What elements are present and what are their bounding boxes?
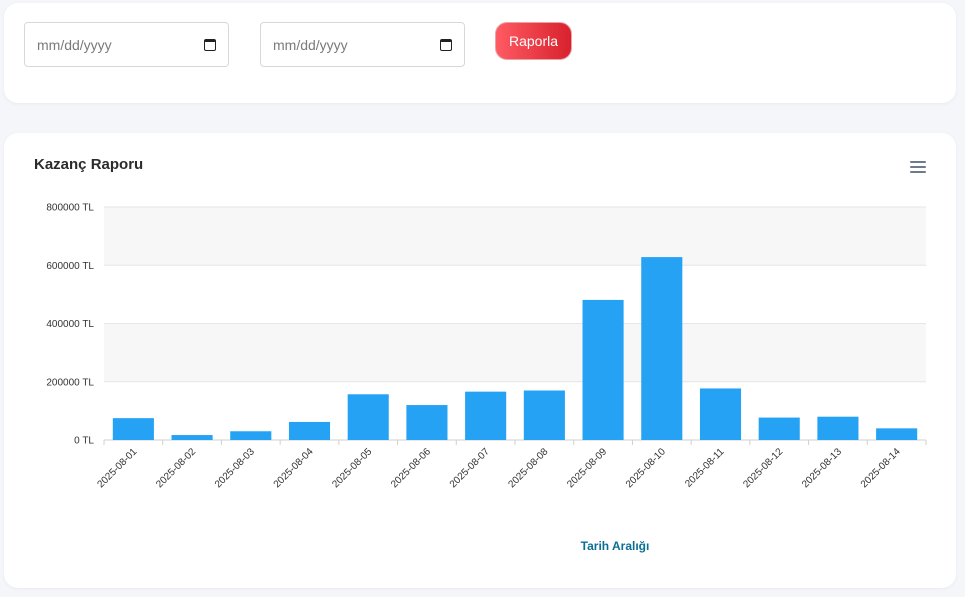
y-tick-label: 400000 TL — [46, 319, 94, 330]
y-tick-label: 0 TL — [74, 436, 94, 447]
bar-chart: 0 TL 200000 TL 400000 TL 600000 TL 800000 TL… — [46, 203, 927, 553]
bar — [758, 417, 800, 440]
filter-card: mm/dd/yyyy mm/dd/yyyy Raporla — [4, 3, 956, 103]
y-tick-label: 600000 TL — [46, 261, 94, 272]
bar — [876, 428, 918, 440]
bar — [406, 405, 448, 440]
x-tick-label: 2025-08-08 — [507, 446, 551, 490]
x-tick-label: 2025-08-04 — [272, 446, 316, 490]
start-date-placeholder: mm/dd/yyyy — [37, 36, 112, 53]
bar — [817, 416, 859, 440]
x-tick-label: 2025-08-05 — [330, 446, 374, 490]
bar — [288, 421, 331, 440]
bar — [465, 391, 507, 440]
end-date-input[interactable]: mm/dd/yyyy — [260, 22, 465, 67]
bar — [171, 435, 213, 440]
bar — [230, 431, 272, 440]
bar — [699, 388, 742, 440]
x-tick-label: 2025-08-12 — [741, 446, 785, 490]
x-tick-label: 2025-08-01 — [96, 446, 140, 490]
x-tick-label: 2025-08-06 — [389, 446, 433, 490]
report-button[interactable]: Raporla — [495, 22, 572, 60]
x-tick-label: 2025-08-02 — [154, 446, 198, 490]
chart-card: Kazanç Raporu 0 TL 200000 TL 400000 TL 6000… — [4, 133, 956, 588]
x-tick-label: 2025-08-11 — [683, 446, 727, 490]
start-date-input[interactable]: mm/dd/yyyy — [24, 22, 229, 67]
bar — [582, 299, 624, 440]
x-tick-label: 2025-08-13 — [800, 446, 844, 490]
x-tick-label: 2025-08-07 — [448, 446, 492, 490]
x-tick-label: 2025-08-14 — [859, 446, 903, 490]
x-tick-label: 2025-08-03 — [213, 446, 257, 490]
end-date-placeholder: mm/dd/yyyy — [273, 36, 348, 53]
bar — [523, 390, 565, 440]
x-tick-label: 2025-08-09 — [565, 446, 609, 490]
calendar-icon[interactable] — [204, 38, 216, 51]
grid-band — [104, 323, 926, 382]
bar — [112, 418, 154, 440]
calendar-icon[interactable] — [440, 38, 452, 51]
x-tick-label: 2025-08-10 — [624, 446, 668, 490]
grid-band — [104, 207, 926, 266]
y-tick-label: 200000 TL — [46, 377, 94, 388]
y-tick-label: 800000 TL — [46, 203, 94, 214]
bar — [347, 394, 389, 440]
x-axis-title: Tarih Aralığı — [581, 539, 650, 553]
bar — [641, 257, 683, 440]
